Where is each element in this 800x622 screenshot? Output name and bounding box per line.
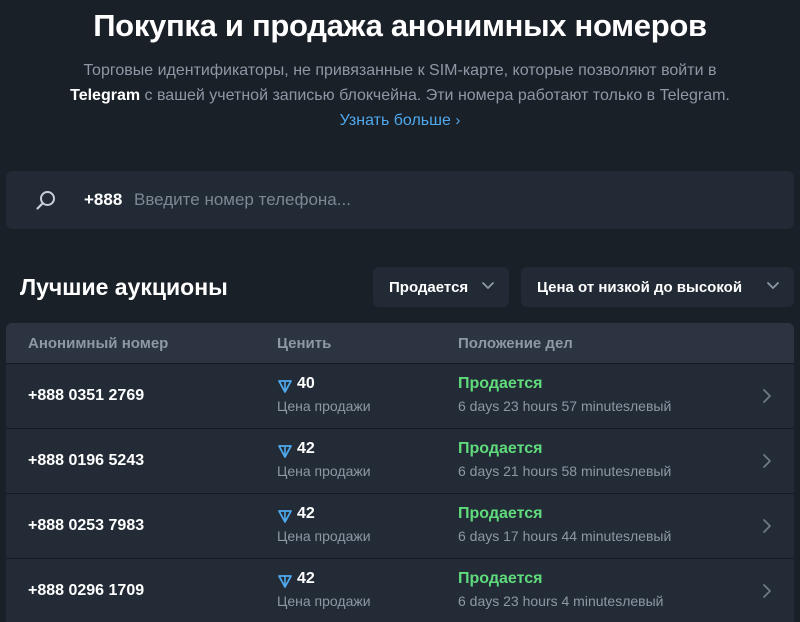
chevron-right-icon: › — [455, 112, 461, 129]
chevron-right-icon[interactable] — [762, 518, 772, 534]
learn-more-label: Узнать больше — [339, 112, 451, 129]
price-label: Цена продажи — [277, 398, 371, 414]
anonymous-number: +888 0296 1709 — [28, 582, 145, 599]
time-left: 6 days 21 hours 58 minutesлевый — [458, 463, 672, 479]
ton-icon — [278, 575, 292, 588]
ton-icon — [278, 510, 292, 523]
status-badge: Продается — [458, 440, 543, 457]
ton-icon — [278, 445, 292, 458]
price-label: Цена продажи — [277, 593, 371, 609]
description-text-2: с вашей учетной записью блокчейна. Эти н… — [140, 87, 730, 104]
status-filter-label: Продается — [389, 278, 469, 296]
chevron-down-icon — [767, 282, 779, 289]
status-badge: Продается — [458, 505, 543, 522]
price-value: 40 — [297, 375, 315, 392]
auctions-title: Лучшие аукционы — [20, 274, 228, 300]
price-value: 42 — [297, 570, 315, 587]
ton-icon — [278, 380, 292, 393]
chevron-right-icon[interactable] — [762, 583, 772, 599]
sort-label: Цена от низкой до высокой — [537, 278, 743, 296]
chevron-down-icon — [482, 282, 494, 289]
status-filter-dropdown[interactable]: Продается — [373, 267, 509, 307]
chevron-right-icon[interactable] — [762, 388, 772, 404]
sort-dropdown[interactable]: Цена от низкой до высокой — [521, 267, 794, 307]
table-row[interactable]: +888 0253 7983 42 Цена продажи Продается… — [6, 494, 794, 559]
phone-search-input[interactable] — [132, 185, 736, 215]
status-badge: Продается — [458, 570, 543, 587]
price-value: 42 — [297, 505, 315, 522]
description-telegram: Telegram — [70, 87, 141, 104]
anonymous-number: +888 0351 2769 — [28, 387, 145, 404]
time-left: 6 days 23 hours 57 minutesлевый — [458, 398, 672, 414]
auctions-table: Анонимный номер Ценить Положение дел +88… — [6, 323, 794, 622]
table-row[interactable]: +888 0296 1709 42 Цена продажи Продается… — [6, 559, 794, 622]
price-label: Цена продажи — [277, 463, 371, 479]
anonymous-number: +888 0253 7983 — [28, 517, 145, 534]
column-header-price: Ценить — [277, 335, 332, 352]
table-header: Анонимный номер Ценить Положение дел — [6, 323, 794, 364]
table-row[interactable]: +888 0196 5243 42 Цена продажи Продается… — [6, 429, 794, 494]
page-description: Торговые идентификаторы, не привязанные … — [50, 58, 750, 133]
search-bar[interactable]: +888 — [6, 171, 794, 229]
phone-prefix: +888 — [84, 190, 123, 209]
price-value: 42 — [297, 440, 315, 457]
status-badge: Продается — [458, 375, 543, 392]
price-label: Цена продажи — [277, 528, 371, 544]
search-icon — [36, 191, 55, 210]
page-title: Покупка и продажа анонимных номеров — [93, 8, 707, 43]
page: Покупка и продажа анонимных номеров Торг… — [0, 0, 800, 622]
learn-more-link[interactable]: Узнать больше › — [340, 112, 461, 129]
chevron-right-icon[interactable] — [762, 453, 772, 469]
anonymous-number: +888 0196 5243 — [28, 452, 145, 469]
column-header-number: Анонимный номер — [28, 335, 169, 352]
table-row[interactable]: +888 0351 2769 40 Цена продажи Продается… — [6, 364, 794, 429]
column-header-status: Положение дел — [458, 335, 573, 352]
time-left: 6 days 17 hours 44 minutesлевый — [458, 528, 672, 544]
description-text: Торговые идентификаторы, не привязанные … — [83, 62, 717, 79]
time-left: 6 days 23 hours 4 minutesлевый — [458, 593, 664, 609]
